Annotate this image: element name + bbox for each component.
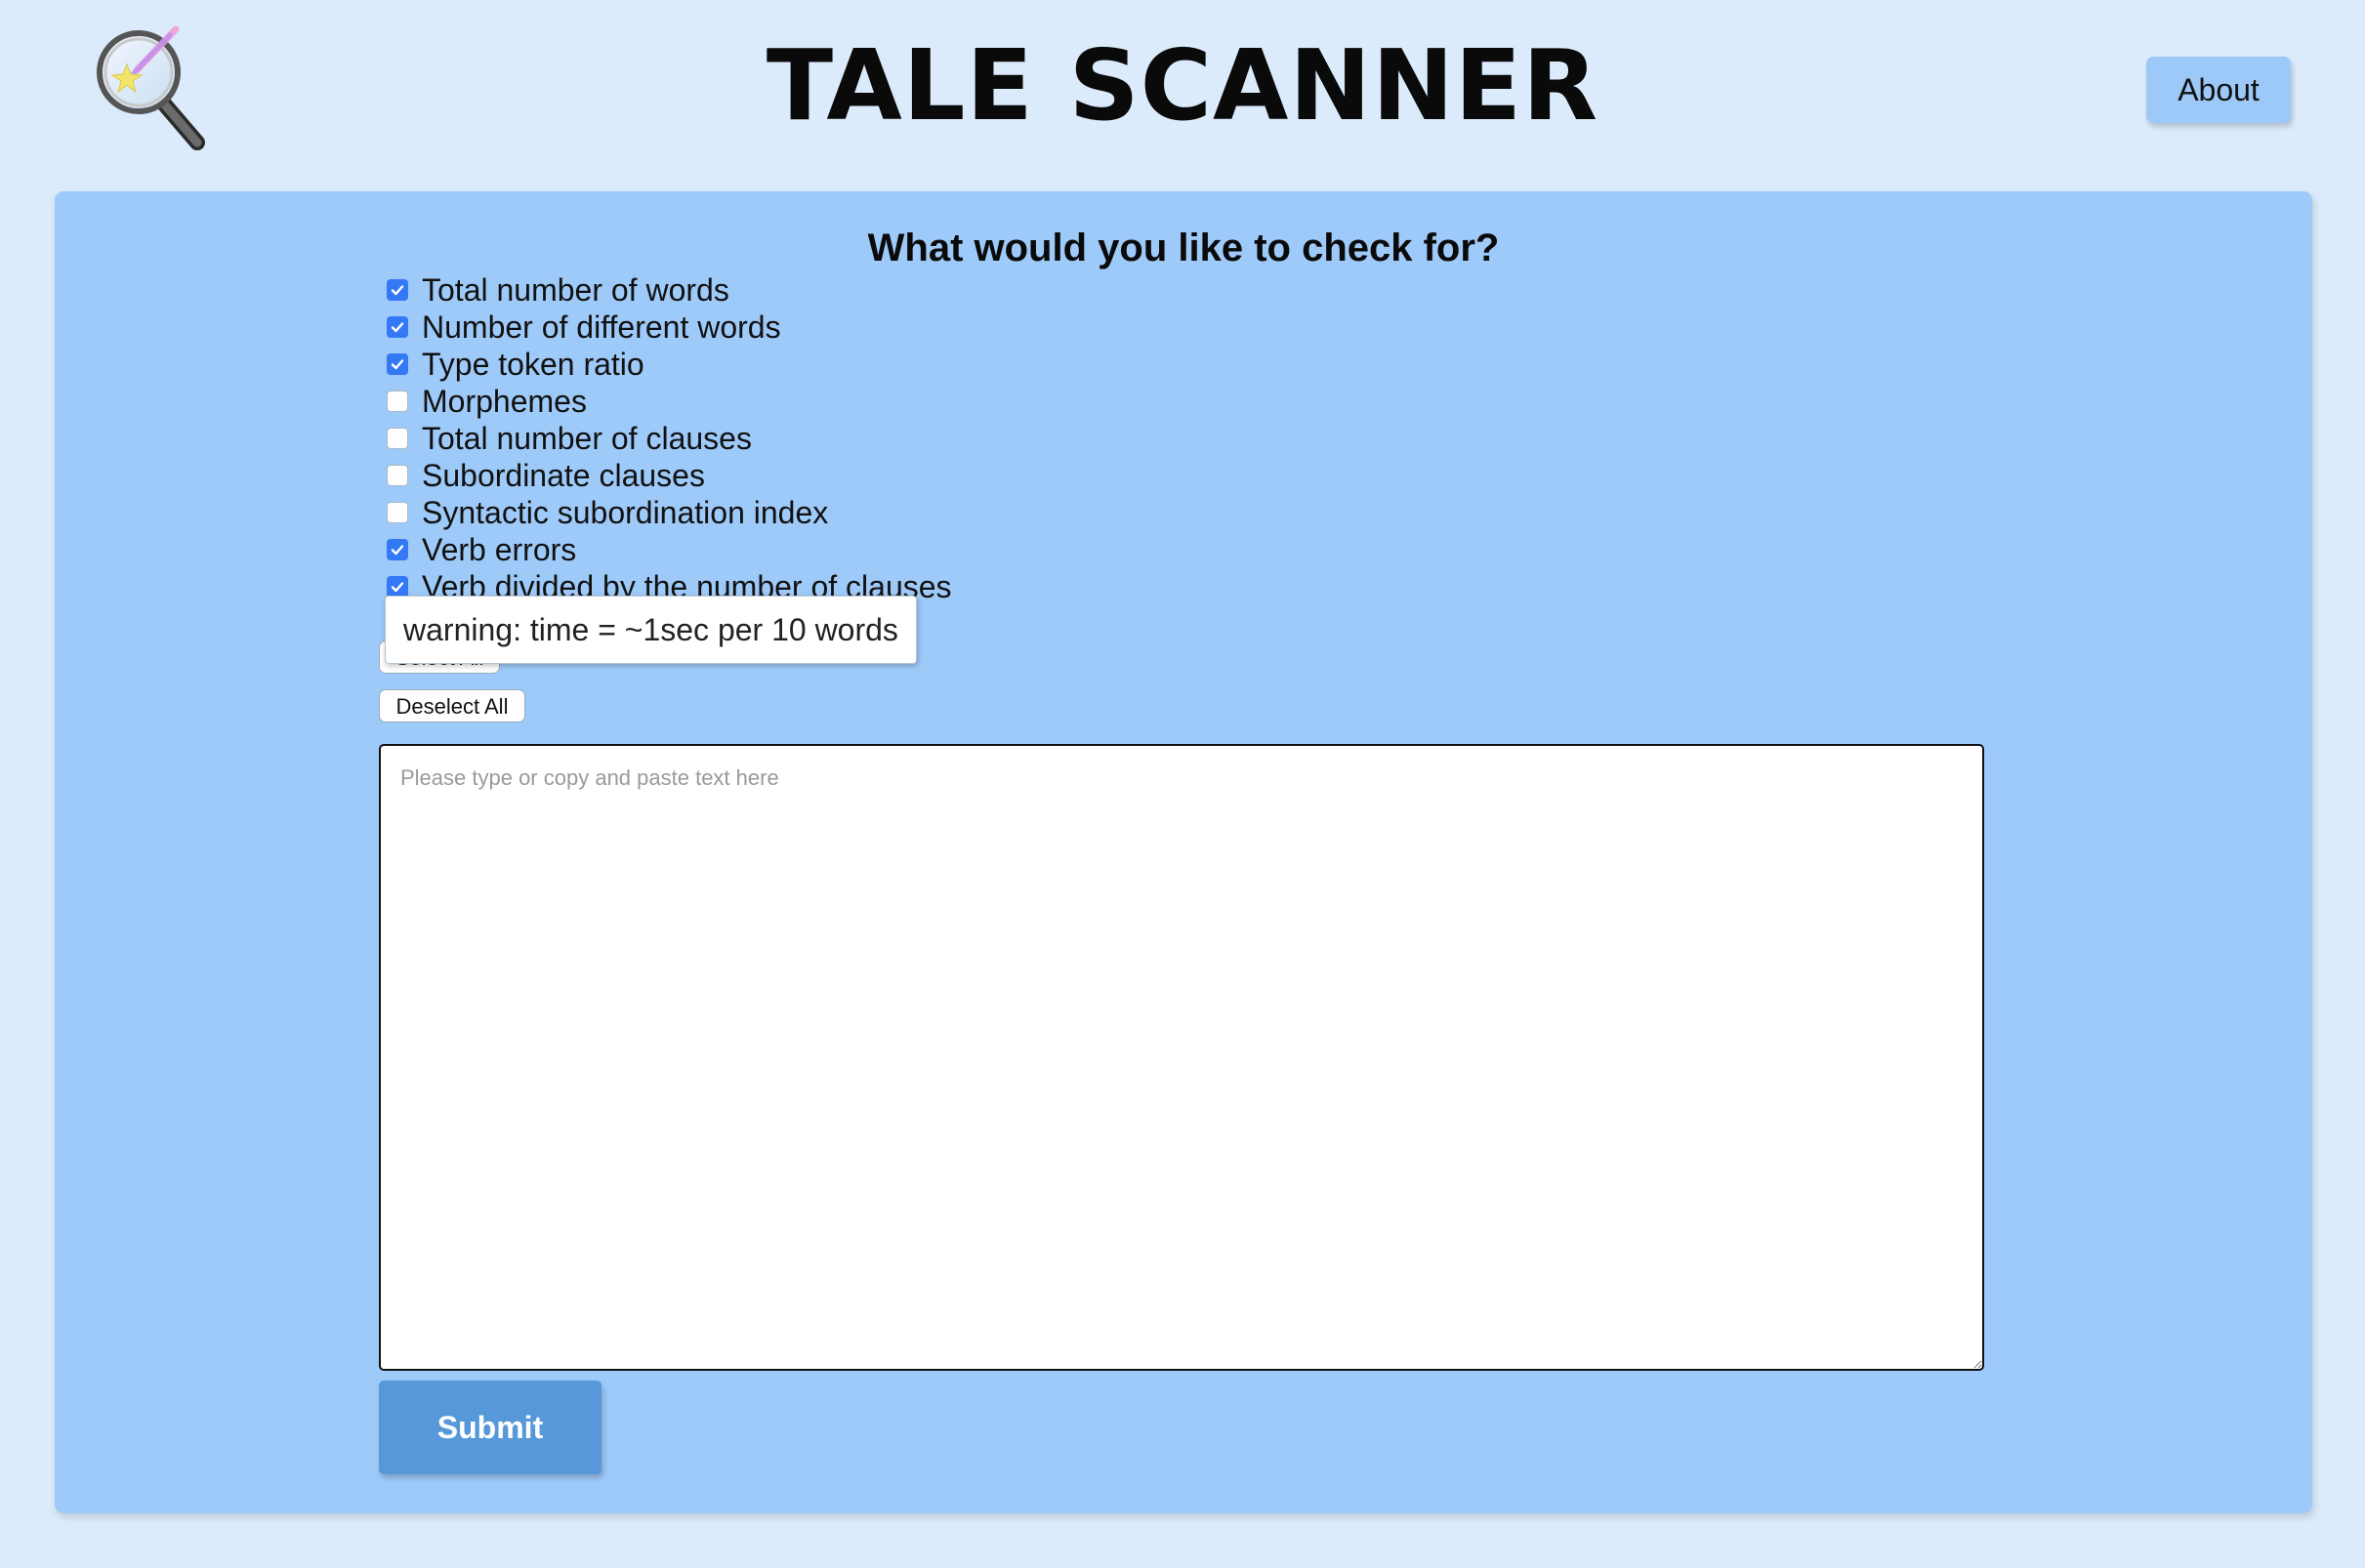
checkbox[interactable] <box>387 279 408 301</box>
checkbox[interactable] <box>387 353 408 375</box>
checkbox[interactable] <box>387 391 408 412</box>
checkbox[interactable] <box>387 428 408 449</box>
about-button[interactable]: About <box>2146 57 2291 123</box>
checkbox[interactable] <box>387 502 408 523</box>
option-total-words[interactable]: Total number of words <box>381 271 1162 309</box>
option-label: Subordinate clauses <box>422 457 705 493</box>
app-title: TALE SCANNER <box>766 28 1599 143</box>
submit-button[interactable]: Submit <box>379 1381 602 1474</box>
checkbox[interactable] <box>387 539 408 560</box>
checkmark-icon <box>391 359 404 370</box>
section-heading: What would you like to check for? <box>867 227 1500 269</box>
option-subordinate-clauses[interactable]: Subordinate clauses <box>381 457 1162 494</box>
option-label: Number of different words <box>422 309 781 345</box>
warning-tooltip: warning: time = ~1sec per 10 words <box>385 596 917 664</box>
option-label: Morphemes <box>422 383 587 419</box>
option-different-words[interactable]: Number of different words <box>381 309 1162 346</box>
checkmark-icon <box>391 545 404 556</box>
option-label: Total number of words <box>422 271 729 308</box>
option-type-token-ratio[interactable]: Type token ratio <box>381 346 1162 383</box>
option-verb-errors[interactable]: Verb errors <box>381 531 1162 568</box>
checkmark-icon <box>391 582 404 593</box>
option-label: Verb errors <box>422 531 577 567</box>
options-list: Total number of words Number of differen… <box>381 271 1162 605</box>
option-total-clauses[interactable]: Total number of clauses <box>381 420 1162 457</box>
option-label: Total number of clauses <box>422 420 752 456</box>
option-label: Syntactic subordination index <box>422 494 829 530</box>
checkbox[interactable] <box>387 465 408 486</box>
main-panel: What would you like to check for? Total … <box>55 191 2312 1513</box>
checkbox[interactable] <box>387 316 408 338</box>
option-label: Type token ratio <box>422 346 644 382</box>
checkmark-icon <box>391 285 404 296</box>
checkmark-icon <box>391 322 404 333</box>
option-morphemes[interactable]: Morphemes <box>381 383 1162 420</box>
checkbox[interactable] <box>387 576 408 598</box>
text-input[interactable] <box>379 744 1984 1371</box>
deselect-all-button[interactable]: Deselect All <box>379 689 525 722</box>
option-subordination-index[interactable]: Syntactic subordination index <box>381 494 1162 531</box>
